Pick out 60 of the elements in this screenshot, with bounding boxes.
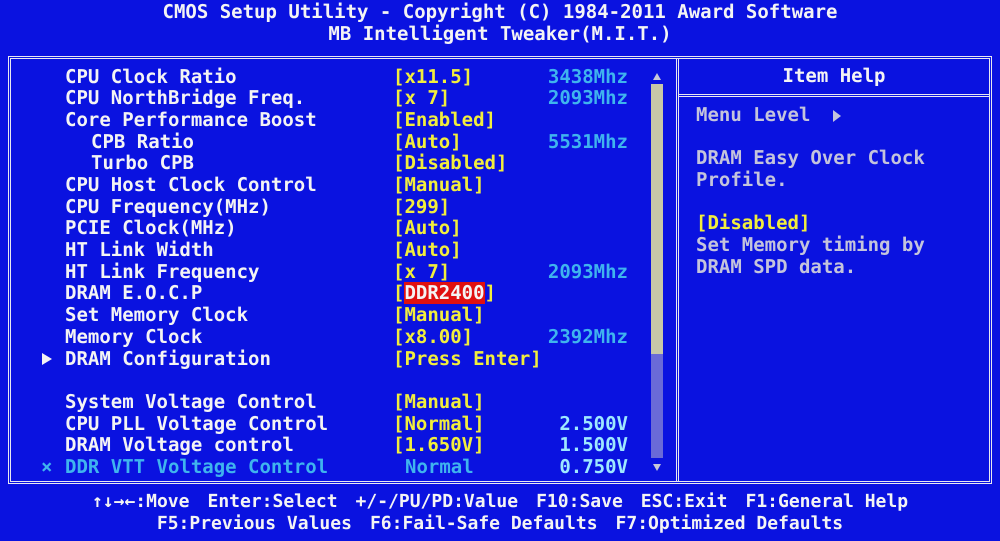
setting-value[interactable]: [x8.00] bbox=[393, 326, 474, 348]
setting-label[interactable]: Memory Clock bbox=[65, 326, 202, 348]
setting-label[interactable]: DRAM Configuration bbox=[65, 348, 271, 370]
setting-value[interactable]: [Press Enter] bbox=[393, 348, 542, 370]
setting-label[interactable]: CPU NorthBridge Freq. bbox=[65, 87, 306, 110]
setting-label[interactable]: PCIE Clock(MHz) bbox=[65, 217, 237, 240]
key-hint: +/-/PU/PD:Value bbox=[356, 491, 518, 513]
menu-level-arrow-icon bbox=[832, 108, 842, 123]
setting-label[interactable]: HT Link Frequency bbox=[65, 260, 260, 283]
setting-value[interactable]: [1.650V] bbox=[393, 434, 485, 456]
setting-value[interactable]: [Manual] bbox=[393, 304, 485, 326]
setting-value[interactable]: [Auto] bbox=[393, 217, 462, 240]
setting-label[interactable]: CPU Frequency(MHz) bbox=[65, 196, 271, 218]
window-title: CMOS Setup Utility - Copyright (C) 1984-2011 Award Software bbox=[162, 1, 838, 23]
key-hint: F10:Save bbox=[536, 491, 623, 513]
setting-value[interactable]: [Enabled] bbox=[393, 108, 496, 131]
key-hint: F1:General Help bbox=[746, 491, 908, 513]
setting-label[interactable]: Set Memory Clock bbox=[65, 304, 248, 326]
setting-label[interactable]: System Voltage Control bbox=[65, 390, 317, 413]
key-hint: Enter:Select bbox=[207, 491, 338, 513]
setting-value[interactable]: [x11.5] bbox=[393, 66, 474, 88]
help-option: [Disabled] bbox=[696, 213, 972, 236]
setting-label[interactable]: Turbo CPB bbox=[65, 152, 194, 174]
setting-reading: 2392Mhz bbox=[548, 326, 628, 348]
setting-value[interactable]: [Normal] bbox=[393, 412, 485, 435]
setting-label[interactable]: CPU PLL Voltage Control bbox=[65, 412, 328, 435]
help-text: Set Memory timing by DRAM SPD data. bbox=[696, 235, 926, 279]
help-text: DRAM Easy Over Clock Profile. bbox=[696, 148, 926, 192]
setting-reading: 2.500V bbox=[559, 412, 628, 435]
setting-reading: 0.750V bbox=[559, 456, 628, 478]
setting-value[interactable]: [x 7] bbox=[393, 87, 450, 110]
setting-value[interactable]: [299] bbox=[393, 196, 450, 218]
key-hint: ESC:Exit bbox=[640, 491, 728, 513]
setting-label[interactable]: CPB Ratio bbox=[65, 130, 194, 153]
setting-reading: 1.500V bbox=[559, 434, 628, 456]
submenu-arrow-icon bbox=[41, 352, 53, 366]
setting-value[interactable]: [x 7] bbox=[393, 260, 450, 283]
setting-label[interactable]: Core Performance Boost bbox=[65, 108, 317, 131]
setting-value[interactable]: [Manual] bbox=[393, 174, 485, 196]
setting-label[interactable]: HT Link Width bbox=[65, 239, 214, 262]
setting-reading: 5531Mhz bbox=[548, 130, 628, 153]
setting-value[interactable]: [Auto] bbox=[393, 239, 462, 262]
setting-value[interactable]: [Disabled] bbox=[393, 152, 508, 174]
key-hint: F6:Fail-Safe Defaults bbox=[370, 513, 598, 535]
setting-value[interactable]: [Manual] bbox=[393, 390, 485, 413]
setting-label[interactable]: DRAM Voltage control bbox=[65, 434, 294, 456]
help-title: Item Help bbox=[782, 64, 886, 90]
setting-label[interactable]: CPU Host Clock Control bbox=[65, 174, 317, 196]
key-hint: F5:Previous Values bbox=[156, 513, 352, 535]
key-hint: ↑↓→←:Move bbox=[92, 491, 190, 513]
menu-level-label: Menu Level bbox=[696, 105, 810, 127]
disabled-mark: × bbox=[41, 454, 52, 480]
setting-label[interactable]: DRAM E.O.C.P bbox=[65, 282, 202, 304]
setting-reading: 2093Mhz bbox=[548, 260, 628, 283]
page-title: MB Intelligent Tweaker(M.I.T.) bbox=[328, 23, 672, 45]
setting-label[interactable]: CPU Clock Ratio bbox=[65, 66, 237, 88]
key-hint: F7:Optimized Defaults bbox=[616, 513, 844, 535]
setting-reading: 2093Mhz bbox=[548, 87, 628, 110]
setting-reading: 3438Mhz bbox=[548, 66, 628, 88]
setting-value[interactable]: [Auto] bbox=[393, 130, 462, 153]
